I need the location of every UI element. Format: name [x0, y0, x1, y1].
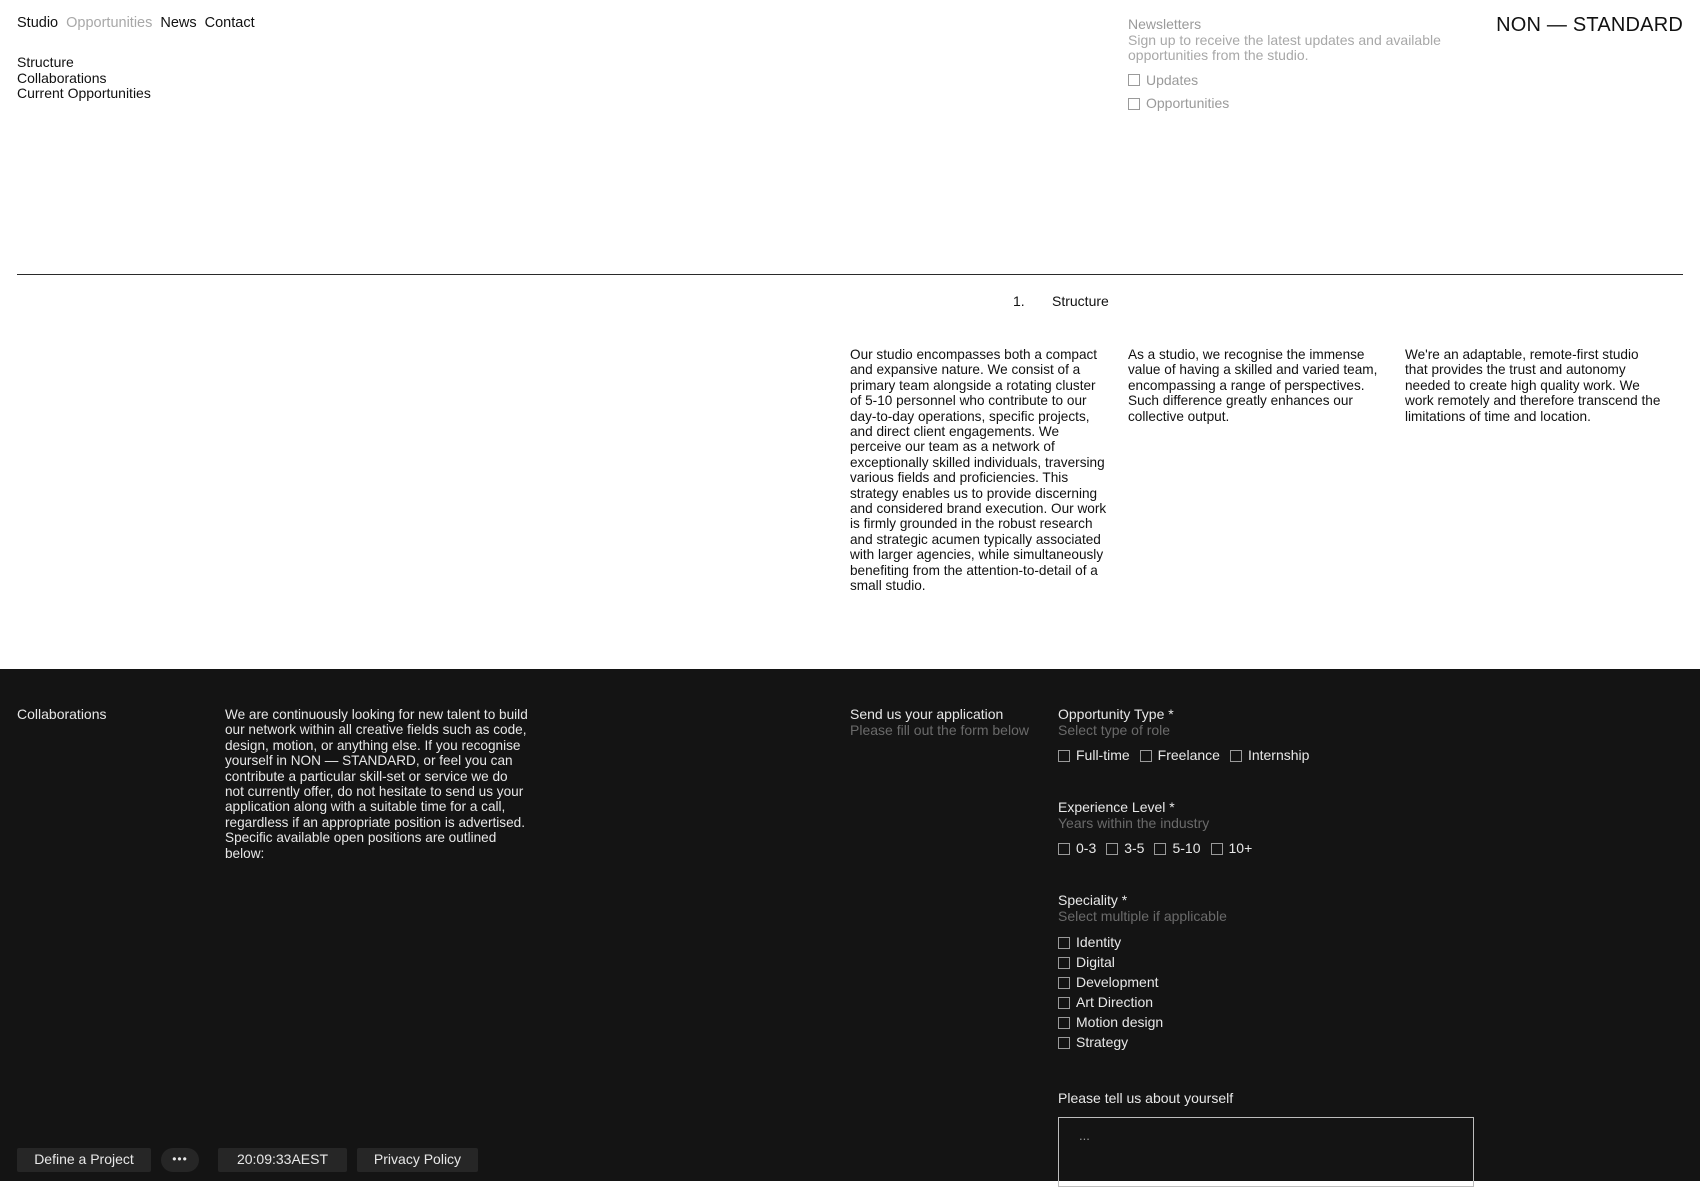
- checkbox-icon[interactable]: [1229, 749, 1242, 762]
- nav-contact[interactable]: Contact: [205, 15, 255, 32]
- option-full-time[interactable]: Full-time: [1058, 747, 1130, 764]
- collaborations-section: Collaborations We are continuously looki…: [0, 669, 1700, 1187]
- nav-opportunities[interactable]: Opportunities: [66, 15, 152, 32]
- option-digital[interactable]: Digital: [1058, 953, 1458, 973]
- option-label: 0-3: [1076, 840, 1097, 856]
- checkbox-icon[interactable]: [1139, 749, 1152, 762]
- speciality-hint: Select multiple if applicable: [1058, 907, 1227, 924]
- checkbox-icon[interactable]: [1058, 957, 1070, 969]
- nav-studio[interactable]: Studio: [17, 15, 58, 32]
- option-label: Opportunities: [1146, 95, 1230, 111]
- checkbox-icon[interactable]: [1106, 842, 1119, 855]
- opportunity-type-label: Opportunity Type *: [1058, 706, 1174, 722]
- checkbox-icon[interactable]: [1058, 749, 1070, 762]
- checkbox-icon[interactable]: [1128, 74, 1140, 87]
- newsletter-title: Newsletters: [1128, 16, 1202, 32]
- option-5-10[interactable]: 5-10: [1154, 840, 1201, 857]
- option-label: Development: [1076, 974, 1159, 991]
- option-10-plus[interactable]: 10+: [1210, 840, 1253, 857]
- structure-paragraph-1: Our studio encompasses both a compact an…: [850, 347, 1107, 594]
- checkbox-icon[interactable]: [1058, 1037, 1070, 1049]
- option-identity[interactable]: Identity: [1058, 933, 1458, 953]
- define-project-button[interactable]: Define a Project: [17, 1148, 151, 1172]
- brand-logo[interactable]: NON — STANDARD: [1496, 13, 1683, 37]
- option-label: 5-10: [1172, 840, 1201, 856]
- option-label: Full-time: [1076, 747, 1130, 763]
- option-freelance[interactable]: Freelance: [1139, 747, 1220, 764]
- opportunity-type-group: Opportunity Type * Select type of role F…: [1058, 706, 1458, 764]
- divider: [17, 274, 1683, 275]
- newsletter-block: Newsletters Sign up to receive the lates…: [1128, 16, 1458, 112]
- subnav-structure[interactable]: Structure: [17, 54, 151, 71]
- privacy-policy-button[interactable]: Privacy Policy: [357, 1148, 478, 1172]
- checkbox-icon[interactable]: [1210, 842, 1223, 855]
- option-strategy[interactable]: Strategy: [1058, 1033, 1458, 1053]
- option-0-3[interactable]: 0-3: [1058, 840, 1097, 857]
- option-internship[interactable]: Internship: [1229, 747, 1310, 764]
- checkbox-icon[interactable]: [1058, 1017, 1070, 1029]
- application-subtitle: Please fill out the form below: [850, 721, 1029, 738]
- structure-paragraph-2: As a studio, we recognise the immense va…: [1128, 347, 1378, 424]
- nav-news[interactable]: News: [160, 15, 196, 32]
- speciality-label: Speciality *: [1058, 892, 1128, 908]
- newsletter-option-updates[interactable]: Updates: [1128, 71, 1458, 89]
- option-label: Digital: [1076, 954, 1115, 971]
- about-yourself-textarea[interactable]: ...: [1058, 1117, 1474, 1187]
- collaborations-title: Collaborations: [17, 706, 107, 722]
- checkbox-icon[interactable]: [1128, 97, 1140, 110]
- option-label: 3-5: [1124, 840, 1145, 856]
- subnav-current-opportunities[interactable]: Current Opportunities: [17, 85, 151, 102]
- checkbox-icon[interactable]: [1058, 937, 1070, 949]
- application-heading: Send us your application Please fill out…: [850, 706, 1040, 738]
- subnav-collaborations[interactable]: Collaborations: [17, 70, 151, 87]
- newsletter-description: Sign up to receive the latest updates an…: [1128, 31, 1441, 63]
- option-label: Freelance: [1157, 747, 1220, 763]
- newsletter-option-opportunities[interactable]: Opportunities: [1128, 95, 1458, 112]
- experience-level-hint: Years within the industry: [1058, 814, 1210, 831]
- option-label: Motion design: [1076, 1014, 1164, 1031]
- sub-nav: Structure Collaborations Current Opportu…: [17, 54, 151, 102]
- collaborations-text: We are continuously looking for new tale…: [225, 707, 528, 861]
- main-nav: Studio Opportunities News Contact: [17, 15, 255, 32]
- clock-display: 20:09:33AEST: [218, 1148, 347, 1172]
- checkbox-icon[interactable]: [1058, 977, 1070, 989]
- about-yourself-label: Please tell us about yourself: [1058, 1090, 1234, 1106]
- checkbox-icon[interactable]: [1154, 842, 1167, 855]
- experience-level-group: Experience Level * Years within the indu…: [1058, 799, 1458, 857]
- structure-paragraph-3: We're an adaptable, remote-first studio …: [1405, 347, 1661, 424]
- option-label: Identity: [1076, 934, 1122, 951]
- experience-level-label: Experience Level *: [1058, 799, 1175, 815]
- speciality-group: Speciality * Select multiple if applicab…: [1058, 892, 1458, 1053]
- option-label: Strategy: [1076, 1034, 1129, 1051]
- option-motion-design[interactable]: Motion design: [1058, 1013, 1458, 1033]
- checkbox-icon[interactable]: [1058, 842, 1070, 855]
- option-label: Art Direction: [1076, 994, 1154, 1011]
- option-art-direction[interactable]: Art Direction: [1058, 993, 1458, 1013]
- section-number: 1.: [1013, 293, 1025, 309]
- application-title: Send us your application: [850, 706, 1004, 722]
- opportunity-type-hint: Select type of role: [1058, 721, 1171, 738]
- option-3-5[interactable]: 3-5: [1106, 840, 1145, 857]
- section-title: Structure: [1052, 293, 1109, 309]
- checkbox-icon[interactable]: [1058, 997, 1070, 1009]
- option-label: Updates: [1146, 71, 1199, 88]
- option-development[interactable]: Development: [1058, 973, 1458, 993]
- option-label: Internship: [1247, 747, 1310, 763]
- option-label: 10+: [1228, 840, 1253, 856]
- ellipsis-icon[interactable]: •••: [161, 1148, 199, 1172]
